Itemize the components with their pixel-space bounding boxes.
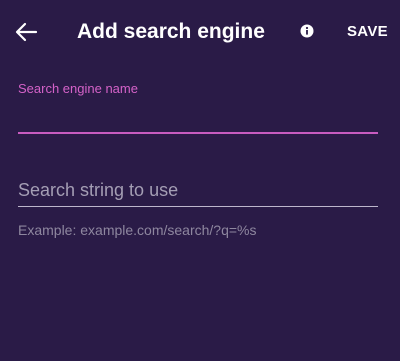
search-engine-name-label: Search engine name — [18, 81, 138, 96]
back-button[interactable] — [10, 16, 42, 48]
search-string-underline — [18, 206, 378, 207]
info-button[interactable] — [300, 24, 314, 38]
search-engine-name-underline — [18, 132, 378, 134]
arrow-left-icon — [15, 22, 38, 42]
page-title: Add search engine — [77, 20, 265, 43]
top-app-bar: Add search engine SAVE — [0, 0, 400, 64]
save-button[interactable]: SAVE — [347, 22, 388, 42]
search-engine-name-input[interactable] — [18, 102, 378, 130]
search-string-field: Search string to use — [18, 172, 378, 212]
search-string-helper-text: Example: example.com/search/?q=%s — [18, 222, 257, 238]
search-string-input[interactable] — [18, 176, 378, 204]
info-icon — [300, 24, 314, 38]
search-engine-name-field: Search engine name — [18, 78, 378, 138]
